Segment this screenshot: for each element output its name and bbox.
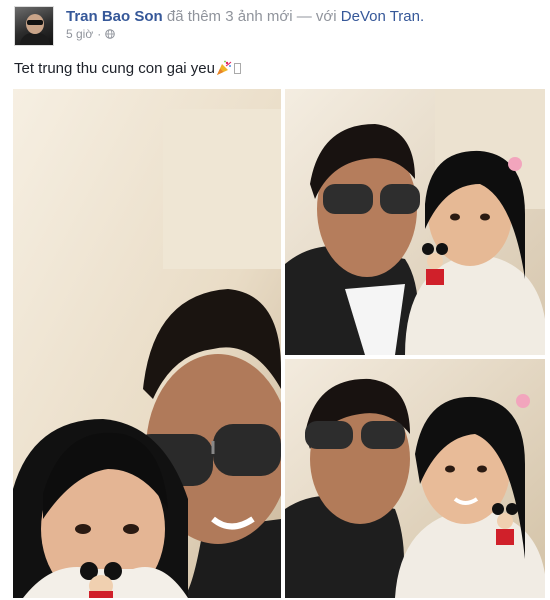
party-popper-icon — [216, 60, 232, 75]
author-name-link[interactable]: Tran Bao Son — [66, 8, 163, 25]
post-timestamp-link[interactable]: 5 giờ — [66, 27, 93, 41]
tagged-friend-link[interactable]: DeVon Tran. — [341, 8, 424, 25]
author-avatar[interactable] — [14, 6, 54, 46]
post-action-text: đã thêm 3 ảnh mới — với — [162, 8, 341, 25]
post-photo-1[interactable] — [13, 89, 281, 598]
post-header: Tran Bao Son đã thêm 3 ảnh mới — với DeV… — [66, 8, 424, 25]
post-meta: 5 giờ · — [66, 27, 116, 41]
facebook-post: Tran Bao Son đã thêm 3 ảnh mới — với DeV… — [0, 0, 550, 600]
unsupported-glyph-box — [233, 63, 241, 74]
post-photo-3[interactable] — [285, 359, 545, 598]
post-message-text: Tet trung thu cung con gai yeu — [14, 60, 215, 77]
globe-icon[interactable] — [105, 29, 116, 39]
meta-separator: · — [97, 27, 102, 41]
post-message: Tet trung thu cung con gai yeu — [14, 60, 241, 77]
post-photo-2[interactable] — [285, 89, 545, 355]
